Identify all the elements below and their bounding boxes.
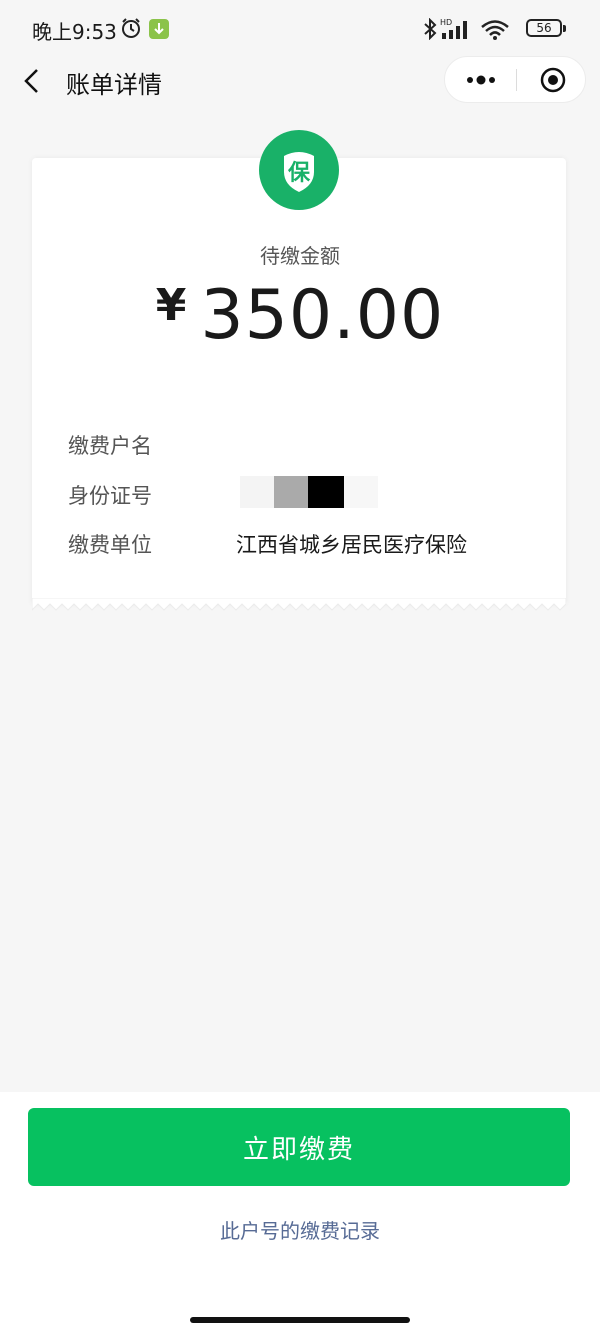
network-label: HD — [440, 18, 452, 27]
signal-icon: HD — [440, 18, 467, 39]
currency-symbol: ¥ — [155, 280, 187, 331]
more-icon[interactable] — [465, 71, 497, 89]
amount-label: 待缴金额 — [260, 244, 340, 268]
bluetooth-icon — [424, 18, 437, 40]
close-target-icon[interactable] — [539, 66, 567, 94]
mini-program-capsule — [444, 56, 586, 103]
receipt-torn-edge — [32, 598, 566, 611]
home-indicator[interactable] — [190, 1317, 410, 1323]
status-time: 晚上9:53 — [32, 20, 117, 44]
page-title: 账单详情 — [66, 71, 162, 99]
status-bar: 晚上9:53 HD 56 — [0, 0, 600, 58]
insurance-badge-icon: 保 — [259, 130, 339, 210]
payer-name-label: 缴费户名 — [68, 434, 152, 458]
pay-now-button[interactable]: 立即缴费 — [28, 1108, 570, 1186]
alarm-icon — [122, 18, 140, 38]
id-number-label: 身份证号 — [68, 484, 152, 508]
amount-value: 350.00 — [200, 276, 445, 355]
payee-unit-value: 江西省城乡居民医疗保险 — [236, 533, 467, 557]
battery-indicator: 56 — [526, 19, 566, 37]
back-arrow-icon[interactable] — [22, 68, 42, 94]
capsule-divider — [516, 69, 517, 91]
payee-unit-label: 缴费单位 — [68, 533, 152, 557]
nav-bar: 账单详情 — [0, 56, 600, 106]
id-number-redacted — [240, 476, 380, 508]
badge-text: 保 — [287, 161, 311, 186]
download-icon — [149, 19, 169, 39]
amount-display: ¥350.00 — [0, 276, 600, 355]
wifi-icon — [481, 20, 509, 40]
payment-records-link[interactable]: 此户号的缴费记录 — [0, 1215, 600, 1244]
